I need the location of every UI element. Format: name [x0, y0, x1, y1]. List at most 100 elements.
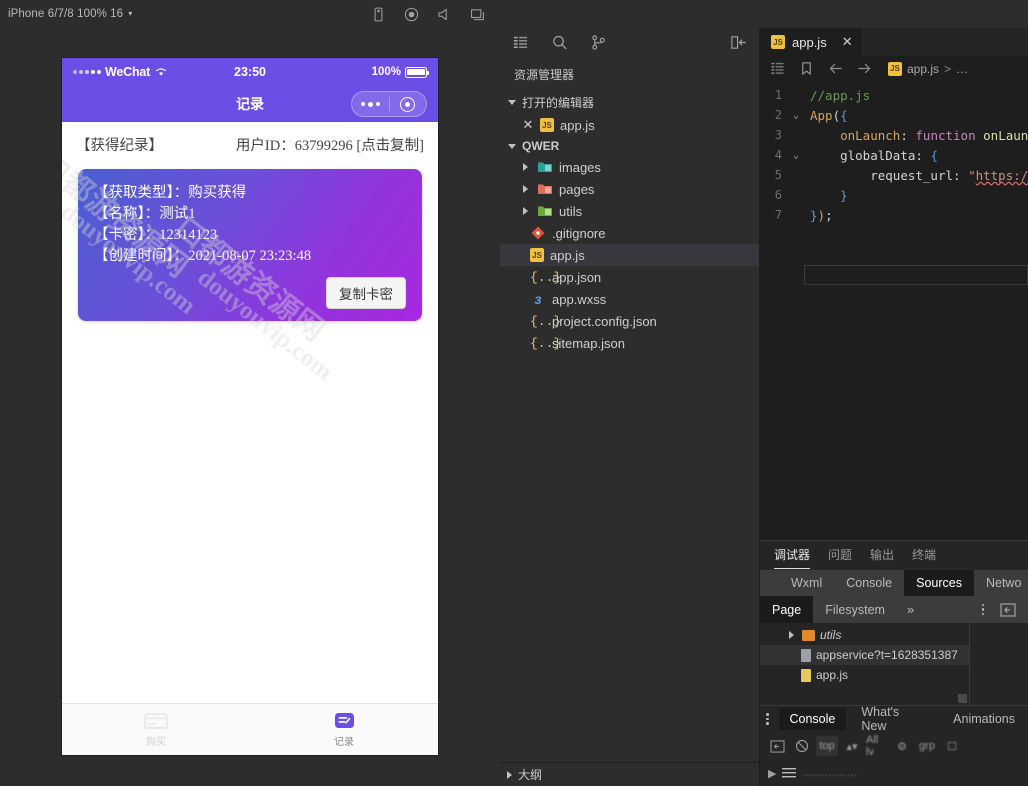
sources-tree-item-utils[interactable]: utils: [760, 625, 969, 645]
explorer-panel: 资源管理器 打开的编辑器 ✕ JS app.js QWER ima: [500, 28, 760, 786]
console-levels-icon[interactable]: All lv: [866, 736, 888, 756]
top-toolbar: iPhone 6/7/8 100% 16 ▾: [0, 0, 1028, 28]
js-icon: JS: [540, 118, 554, 132]
screen-icon[interactable]: [469, 6, 486, 23]
close-icon[interactable]: ✕: [842, 34, 853, 50]
tab-bar: 购买 记录: [62, 703, 438, 755]
search-icon[interactable]: [551, 34, 568, 51]
file-tree-item-images[interactable]: images: [500, 156, 759, 178]
debugger-tab-terminal[interactable]: 终端: [912, 541, 936, 569]
capsule-close-button[interactable]: [390, 97, 427, 112]
drawer-tab-console[interactable]: Console: [779, 708, 847, 730]
bookmark-icon[interactable]: [799, 61, 814, 76]
console-context-selector-icon[interactable]: top: [816, 736, 838, 756]
status-bar-right: 100%: [292, 66, 427, 78]
file-tree-item-pages[interactable]: pages: [500, 178, 759, 200]
debugger-tab-output[interactable]: 输出: [870, 541, 894, 569]
console-preserve-icon[interactable]: ☐: [941, 736, 963, 756]
sources-tab-page[interactable]: Page: [760, 596, 813, 623]
sources-code-view[interactable]: [970, 623, 1028, 705]
devtools-tab-strip: Wxml Console Sources Netwo: [760, 569, 1028, 596]
tab-bar-item-record[interactable]: 记录: [250, 704, 438, 755]
sources-tab-filesystem[interactable]: Filesystem: [813, 596, 897, 623]
console-sidebar-toggle-icon[interactable]: [766, 736, 788, 756]
devtools-tab-wxml[interactable]: Wxml: [779, 570, 834, 597]
debugger-tab-problems[interactable]: 问题: [828, 541, 852, 569]
breadcrumb-separator: >: [944, 62, 951, 76]
chevron-right-icon: [789, 631, 794, 639]
sources-sub-tab-strip: Page Filesystem »: [760, 596, 1028, 623]
console-message-preview: ……………: [802, 767, 857, 779]
tab-bar-item-buy[interactable]: 购买: [62, 704, 250, 755]
back-arrow-icon[interactable]: [828, 61, 843, 76]
forward-arrow-icon[interactable]: [857, 61, 872, 76]
console-drawer-options-icon[interactable]: [760, 713, 777, 725]
console-group-icon[interactable]: grp: [916, 736, 938, 756]
fold-toggle[interactable]: ⌄: [788, 110, 804, 121]
code-editor[interactable]: 1 //app.js 2 ⌄ App({ 3 onLaunch: functio…: [760, 81, 1028, 540]
open-editor-item-app-js[interactable]: ✕ JS app.js: [500, 114, 759, 136]
device-selector[interactable]: iPhone 6/7/8 100% 16 ▾: [8, 8, 132, 20]
devtools-tab-network[interactable]: Netwo: [974, 570, 1028, 597]
drawer-tab-animations[interactable]: Animations: [942, 708, 1026, 730]
js-icon: JS: [530, 248, 544, 262]
file-tree-item-app-wxss[interactable]: з app.wxss: [500, 288, 759, 310]
close-icon[interactable]: ✕: [522, 117, 534, 133]
drawer-tab-whats-new[interactable]: What's New: [850, 708, 938, 730]
debugger-tab-debugger[interactable]: 调试器: [774, 541, 810, 569]
console-prompt-icon: ▶: [768, 767, 776, 780]
sources-scrollbar[interactable]: [958, 694, 967, 703]
source-control-icon[interactable]: [590, 34, 607, 51]
code-text: });: [804, 208, 833, 223]
card-line-created: 【创建时间】：2021-08-07 23:23:48: [94, 246, 406, 267]
folder-icon: [802, 630, 815, 641]
panel-split-icon[interactable]: [1000, 603, 1016, 617]
file-tree-item-gitignore[interactable]: .gitignore: [500, 222, 759, 244]
nav-bar: 记录: [62, 86, 438, 122]
sources-tree-item-app-js[interactable]: app.js: [760, 665, 969, 685]
file-tree-item-app-json[interactable]: {..} app.json: [500, 266, 759, 288]
phone-icon[interactable]: [370, 6, 387, 23]
breadcrumb[interactable]: JS app.js > …: [888, 62, 968, 76]
outline-icon[interactable]: [770, 61, 785, 76]
device-label: iPhone 6/7/8 100% 16: [8, 8, 123, 20]
sources-options-icon[interactable]: [972, 604, 995, 616]
sources-tree-item-appservice[interactable]: appservice?t=1628351387: [760, 645, 969, 665]
console-input-row[interactable]: ▶ ……………: [760, 760, 1028, 786]
section-outline[interactable]: 大纲: [500, 762, 759, 786]
copy-card-key-button[interactable]: 复制卡密: [326, 277, 406, 309]
sources-file-tree: utils appservice?t=1628351387 app.js: [760, 623, 970, 705]
editor-tab-app-js[interactable]: JS app.js ✕: [760, 28, 863, 56]
file-tree-label: utils: [559, 204, 582, 219]
open-editor-label: app.js: [560, 118, 595, 133]
file-tree-item-project-config[interactable]: {..} project.config.json: [500, 310, 759, 332]
folder-icon: [537, 159, 553, 175]
wechat-devtools-window: iPhone 6/7/8 100% 16 ▾: [0, 0, 1028, 786]
section-open-editors[interactable]: 打开的编辑器: [500, 91, 759, 114]
devtools-tab-sources[interactable]: Sources: [904, 570, 974, 597]
line-number: 1: [760, 88, 788, 102]
capsule-menu[interactable]: [351, 91, 427, 117]
status-bar: WeChat 23:50 100%: [62, 58, 438, 86]
devtools-tab-console[interactable]: Console: [834, 570, 904, 597]
console-settings-icon[interactable]: ⚙: [891, 736, 913, 756]
collapse-panel-icon[interactable]: [730, 34, 747, 51]
mini-program-page: 【获得纪录】 用户ID：63799296 [点击复制] 【获取类型】：购买获得 …: [62, 122, 438, 703]
debugger-panel: 调试器 问题 输出 终端 Wxml Console Sources Netwo: [760, 540, 1028, 786]
clear-console-icon[interactable]: [791, 736, 813, 756]
file-tree-item-sitemap-json[interactable]: {..} sitemap.json: [500, 332, 759, 354]
sources-more-button[interactable]: »: [897, 602, 924, 617]
toolbar-icon-group: [370, 6, 500, 23]
file-tree-item-utils[interactable]: utils: [500, 200, 759, 222]
console-filter-icon[interactable]: ▴▾: [841, 736, 863, 756]
fold-toggle[interactable]: ⌄: [788, 150, 804, 161]
console-list-icon[interactable]: [782, 767, 796, 779]
file-tree-item-app-js[interactable]: JS app.js: [500, 244, 759, 266]
audio-icon[interactable]: [436, 6, 453, 23]
record-icon[interactable]: [403, 6, 420, 23]
capsule-menu-button[interactable]: [352, 102, 389, 107]
files-icon[interactable]: [512, 34, 529, 51]
user-id-copy-text[interactable]: 用户ID：63799296 [点击复制]: [236, 134, 424, 155]
section-project-qwer[interactable]: QWER: [500, 136, 759, 156]
chevron-down-icon: ▾: [128, 10, 132, 18]
